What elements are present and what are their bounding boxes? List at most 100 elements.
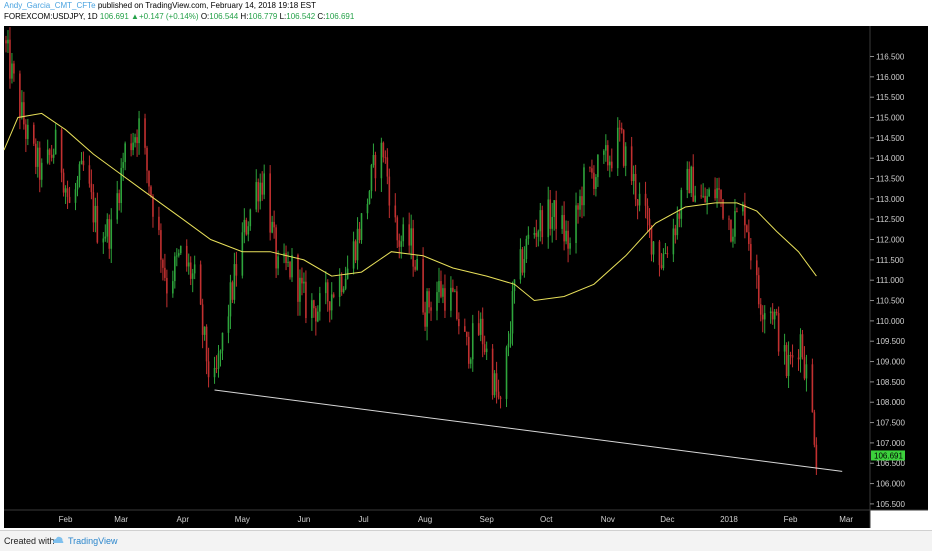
candle-body bbox=[430, 307, 432, 311]
candle-body bbox=[734, 211, 736, 237]
candle-body bbox=[227, 316, 230, 333]
candle-body bbox=[189, 262, 192, 279]
candle-body bbox=[152, 195, 154, 217]
candle-body bbox=[523, 258, 526, 273]
candle-body bbox=[674, 228, 677, 236]
high-value: 106.779 bbox=[248, 12, 278, 21]
candle-body bbox=[382, 142, 385, 158]
candle-body bbox=[144, 118, 146, 148]
candle-body bbox=[456, 291, 458, 319]
candle-body bbox=[464, 326, 466, 332]
candle-body bbox=[368, 191, 371, 204]
candle-body bbox=[106, 219, 109, 237]
candle-body bbox=[257, 182, 260, 202]
candle-body bbox=[720, 189, 722, 200]
candle-body bbox=[755, 260, 758, 276]
y-tick-label: 107.500 bbox=[876, 419, 905, 428]
y-tick-label: 105.500 bbox=[876, 500, 905, 509]
candle-body bbox=[66, 188, 69, 197]
candle-body bbox=[748, 232, 750, 245]
chart-header: Andy_Garcia_CMT_CFTe published on Tradin… bbox=[0, 0, 932, 24]
candle-body bbox=[74, 189, 77, 203]
candle-body bbox=[400, 241, 403, 247]
candle-body bbox=[221, 332, 224, 351]
candle-body bbox=[678, 213, 681, 219]
time-axis[interactable] bbox=[4, 510, 870, 528]
candle-body bbox=[7, 39, 9, 44]
candle-body bbox=[62, 172, 65, 193]
candle-body bbox=[746, 225, 748, 233]
candle-body bbox=[311, 300, 313, 319]
candle-body bbox=[166, 277, 168, 294]
candle-body bbox=[273, 221, 275, 228]
candle-body bbox=[624, 146, 627, 166]
x-tick-label: Mar bbox=[839, 515, 853, 524]
candle-body bbox=[533, 233, 536, 235]
y-tick-label: 106.500 bbox=[876, 459, 905, 468]
y-tick-label: 108.000 bbox=[876, 398, 905, 407]
candle-body bbox=[408, 224, 410, 246]
candle-body bbox=[702, 195, 704, 197]
tradingview-link[interactable]: TradingView bbox=[68, 536, 118, 546]
candle-body bbox=[344, 278, 347, 289]
candle-body bbox=[352, 241, 355, 269]
candle-body bbox=[686, 168, 689, 191]
candle-body bbox=[801, 334, 804, 358]
candle-body bbox=[245, 219, 248, 235]
candle-body bbox=[483, 344, 486, 353]
open-label: O: bbox=[200, 12, 210, 21]
candle-body bbox=[553, 200, 555, 217]
candle-body bbox=[269, 173, 271, 233]
candle-body bbox=[759, 304, 762, 315]
candle-body bbox=[370, 165, 373, 192]
candle-body bbox=[247, 226, 250, 235]
candle-body bbox=[471, 323, 474, 360]
candle-body bbox=[342, 288, 345, 293]
candle-body bbox=[332, 294, 335, 298]
candle-body bbox=[158, 216, 160, 231]
candle-body bbox=[21, 102, 23, 118]
candle-body bbox=[110, 219, 113, 249]
candle-body bbox=[358, 228, 361, 241]
candle-body bbox=[505, 347, 508, 399]
candle-body bbox=[750, 244, 752, 261]
candle-body bbox=[330, 294, 333, 311]
x-tick-label: May bbox=[235, 515, 250, 524]
candle-body bbox=[179, 245, 182, 254]
author-link[interactable]: Andy_Garcia_CMT_CFTe bbox=[4, 1, 96, 10]
candle-body bbox=[185, 245, 188, 267]
price-chart[interactable]: 116.500 116.000 115.500 115.000 114.500 114.0… bbox=[0, 24, 932, 530]
y-tick-label: 111.500 bbox=[876, 256, 904, 265]
candle-body bbox=[130, 143, 132, 151]
candle-body bbox=[289, 261, 291, 278]
candle-body bbox=[664, 253, 667, 254]
candle-body bbox=[700, 195, 702, 197]
publish-line: Andy_Garcia_CMT_CFTe published on Tradin… bbox=[4, 1, 316, 11]
candle-body bbox=[680, 190, 683, 219]
candle-body bbox=[372, 154, 375, 166]
candle-body bbox=[32, 124, 35, 144]
candle-body bbox=[783, 345, 786, 352]
candle-body bbox=[174, 256, 176, 282]
y-tick-label: 108.500 bbox=[876, 378, 905, 387]
candle-body bbox=[233, 264, 236, 300]
candle-body bbox=[563, 215, 565, 242]
candle-body bbox=[394, 205, 397, 218]
footer-bar: Created with TradingView bbox=[0, 530, 932, 551]
candle-body bbox=[491, 348, 494, 396]
candle-body bbox=[539, 210, 542, 232]
candle-body bbox=[201, 304, 204, 335]
x-tick-label: Jul bbox=[358, 515, 368, 524]
candle-body bbox=[440, 281, 442, 297]
close-value: 106.691 bbox=[325, 12, 355, 21]
candle-body bbox=[730, 219, 732, 242]
y-axis-labels: 116.500 116.000 115.500 115.000 114.500 114.0… bbox=[870, 53, 905, 509]
x-tick-label: 2018 bbox=[720, 515, 738, 524]
x-tick-label: Feb bbox=[784, 515, 798, 524]
y-tick-label: 110.000 bbox=[876, 317, 905, 326]
candle-body bbox=[213, 367, 216, 378]
plot-area[interactable] bbox=[4, 26, 870, 510]
candle-body bbox=[551, 216, 554, 229]
candle-body bbox=[714, 189, 716, 199]
candle-body bbox=[485, 348, 488, 353]
